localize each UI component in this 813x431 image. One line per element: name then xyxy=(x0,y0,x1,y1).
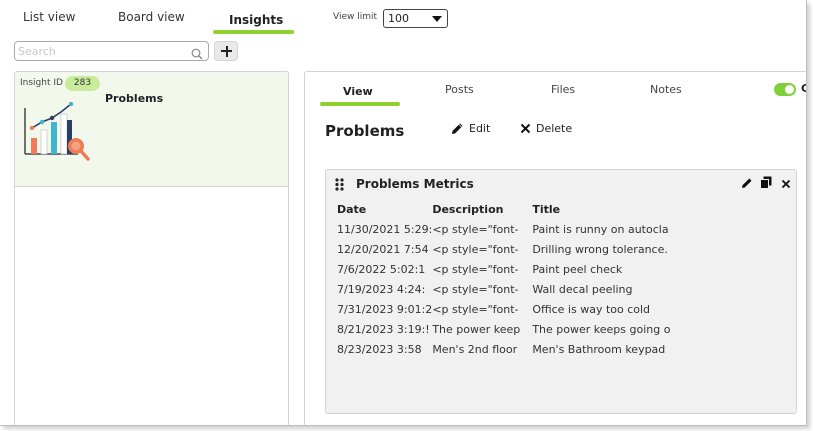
pencil-icon[interactable] xyxy=(741,174,753,193)
cell-title: Wall decal peeling xyxy=(532,282,633,296)
column-header-title[interactable]: Title xyxy=(532,200,682,219)
insight-detail-panel: View Posts Files Notes C Problems Edit D… xyxy=(304,71,806,425)
insight-card-title: Problems xyxy=(105,92,164,105)
cell-title: Men's Bathroom keypad xyxy=(532,342,666,356)
copy-icon[interactable] xyxy=(760,174,772,193)
table-row[interactable]: 11/30/2021 5:29: <p style="font- Paint i… xyxy=(337,219,682,239)
view-limit-select[interactable]: 100 xyxy=(383,9,448,28)
page-title: Problems xyxy=(325,122,405,140)
cell-date: 7/31/2023 9:01:2 xyxy=(337,302,433,316)
tab-notes[interactable]: Notes xyxy=(650,83,682,96)
cell-date: 8/23/2023 3:58 xyxy=(337,342,422,356)
cell-title: Paint peel check xyxy=(532,262,623,276)
cell-title: Office is way too cold xyxy=(532,302,651,316)
delete-button[interactable]: Delete xyxy=(520,122,572,135)
table-row[interactable]: 12/20/2021 7:54 <p style="font- Drilling… xyxy=(337,239,682,259)
table-row[interactable]: 7/31/2023 9:01:2 <p style="font- Office … xyxy=(337,299,682,319)
cell-description: <p style="font- xyxy=(432,242,519,256)
delete-label: Delete xyxy=(536,122,573,135)
add-insight-button[interactable] xyxy=(214,41,238,61)
table-row[interactable]: 7/6/2022 5:02:1 <p style="font- Paint pe… xyxy=(337,259,682,279)
view-limit-label: View limit xyxy=(333,12,378,22)
cell-date: 7/6/2022 5:02:1 xyxy=(337,262,426,276)
table-row[interactable]: 8/21/2023 3:19:! The power keep The powe… xyxy=(337,319,682,339)
active-tab-underline xyxy=(213,30,294,34)
toggle-knob xyxy=(785,85,794,94)
table-header-row: Date Description Title xyxy=(337,200,682,219)
cell-description: <p style="font- xyxy=(432,302,519,316)
insight-id-label: Insight ID xyxy=(20,78,63,88)
close-icon[interactable] xyxy=(781,174,791,193)
chart-magnifier-icon xyxy=(23,101,103,171)
metrics-widget: Problems Metrics Date Description Title … xyxy=(325,169,797,414)
cell-title: The power keeps going o xyxy=(532,322,671,336)
edit-label: Edit xyxy=(469,122,491,135)
cell-title: Paint is runny on autocla xyxy=(532,222,669,236)
table-row[interactable]: 8/23/2023 3:58 Men's 2nd floor Men's Bat… xyxy=(337,339,682,359)
tab-board-view[interactable]: Board view xyxy=(118,10,185,24)
view-limit-value: 100 xyxy=(388,12,409,25)
cell-description: The power keep xyxy=(432,322,521,336)
toggle-label: C xyxy=(801,82,806,95)
cell-description: Men's 2nd floor xyxy=(432,342,518,356)
cell-title: Drilling wrong tolerance. xyxy=(532,242,668,256)
magnifier-icon[interactable] xyxy=(191,45,203,64)
search-box xyxy=(14,41,209,61)
cell-description: <p style="font- xyxy=(432,262,519,276)
drag-handle-icon[interactable] xyxy=(335,176,345,195)
tab-posts[interactable]: Posts xyxy=(445,83,474,96)
edit-button[interactable]: Edit xyxy=(451,122,490,135)
column-header-date[interactable]: Date xyxy=(337,200,432,219)
cell-description: <p style="font- xyxy=(432,282,519,296)
tab-list-view[interactable]: List view xyxy=(23,10,75,24)
search-input[interactable] xyxy=(18,44,188,58)
cell-date: 11/30/2021 5:29: xyxy=(337,222,433,236)
tab-files[interactable]: Files xyxy=(551,83,575,96)
insight-id-badge: 283 xyxy=(65,76,100,91)
top-navigation: List view Board view Insights View limit… xyxy=(0,0,806,36)
column-header-description[interactable]: Description xyxy=(432,200,532,219)
cell-date: 12/20/2021 7:54 xyxy=(337,242,429,256)
active-tab-underline xyxy=(320,102,400,106)
widget-title: Problems Metrics xyxy=(356,177,474,191)
insight-list-panel: Insight ID 283 Problems xyxy=(14,71,289,425)
pencil-icon xyxy=(452,123,463,134)
view-toggle[interactable] xyxy=(774,83,796,96)
tab-view[interactable]: View xyxy=(343,85,373,98)
cell-date: 7/19/2023 4:24: xyxy=(337,282,426,296)
insight-card[interactable]: Insight ID 283 Problems xyxy=(15,72,288,187)
chevron-down-icon xyxy=(432,16,442,22)
table-row[interactable]: 7/19/2023 4:24: <p style="font- Wall dec… xyxy=(337,279,682,299)
app-window: List view Board view Insights View limit… xyxy=(0,0,807,426)
cell-date: 8/21/2023 3:19:! xyxy=(337,322,430,336)
x-icon xyxy=(520,123,531,134)
metrics-table: Date Description Title 11/30/2021 5:29: … xyxy=(337,200,682,359)
tab-insights[interactable]: Insights xyxy=(229,13,283,27)
cell-description: <p style="font- xyxy=(432,222,519,236)
